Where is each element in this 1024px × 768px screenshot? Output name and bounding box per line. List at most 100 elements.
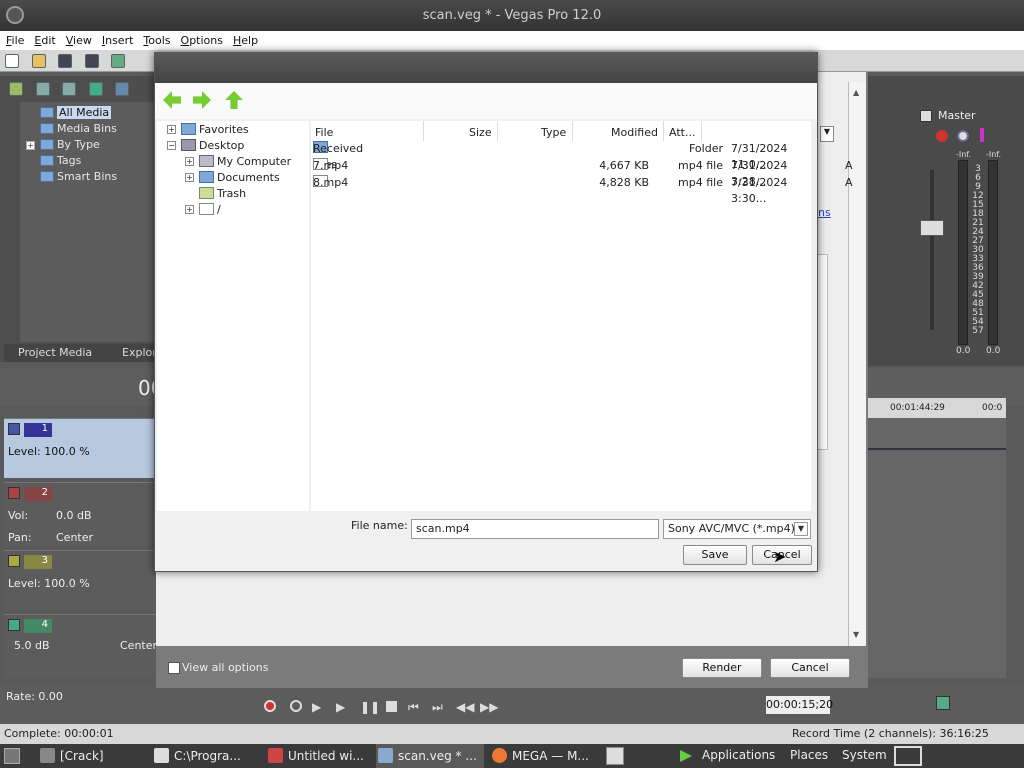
scroll-up-icon[interactable]: ▲ [853,88,859,97]
task-program-files[interactable]: C:\Progra... [152,744,258,768]
refresh-icon[interactable] [88,82,103,96]
track-level[interactable]: Level: 100.0 % [8,445,90,458]
column-size[interactable]: Size [469,125,492,141]
tree-favorites[interactable]: Favorites [181,122,249,138]
column-divider[interactable] [572,121,573,141]
app-icon[interactable] [6,6,24,24]
column-attributes[interactable]: Att... [669,125,695,141]
file-row[interactable]: 8.mp4 4,828 KB mp4 file 7/31/2024 3:30..… [311,175,853,205]
loop-icon[interactable] [290,700,302,712]
master-icon[interactable] [920,110,932,122]
play-from-start-icon[interactable]: ▶ [312,700,321,714]
column-divider[interactable] [701,121,702,141]
expand-icon[interactable]: + [185,157,194,166]
tab-project-media[interactable]: Project Media [18,346,92,359]
tree-media-bins[interactable]: Media Bins [40,121,117,137]
pause-icon[interactable]: ❚❚ [360,700,380,714]
scroll-down-icon[interactable]: ▼ [853,630,859,639]
task-untitled[interactable]: Untitled wi... [266,744,372,768]
get-media-icon[interactable] [62,82,76,96]
forward-arrow-icon[interactable] [193,91,211,109]
tree-desktop[interactable]: Desktop [181,138,244,154]
menu-insert[interactable]: Insert [102,34,134,47]
save-icon[interactable] [58,54,72,68]
track-2[interactable]: 2 Vol: 0.0 dB Pan: Center [4,482,156,546]
pan-value[interactable]: Center [56,531,93,544]
menu-tools[interactable]: Tools [143,34,170,47]
column-type[interactable]: Type [541,125,566,141]
prev-frame-icon[interactable]: ◀◀ [456,700,474,714]
timeline-area[interactable] [866,418,1006,678]
tree-smart-bins[interactable]: Smart Bins [40,169,117,185]
capture-icon[interactable] [35,82,50,96]
save-button[interactable]: Save [683,545,747,565]
track-icon[interactable] [8,619,20,631]
snapshot-icon[interactable] [936,696,950,710]
tree-documents[interactable]: Documents [199,170,280,186]
collapse-icon[interactable]: − [167,141,176,150]
master-fader[interactable] [920,220,944,236]
expand-icon[interactable]: + [185,205,194,214]
column-divider[interactable] [423,121,424,141]
play-icon[interactable]: ▶ [336,700,345,714]
render-button[interactable]: Render [682,658,762,678]
time-field[interactable]: 00:00:15;20 [766,696,833,714]
render-icon[interactable] [111,54,125,68]
link-text[interactable]: ns [818,206,831,219]
column-divider[interactable] [497,121,498,141]
track-1[interactable]: 1 Level: 100.0 % [4,418,156,478]
track-icon[interactable] [8,423,20,435]
mute-icon[interactable] [957,130,969,142]
save-as-icon[interactable] [84,54,99,68]
column-divider[interactable] [663,121,664,141]
tree-trash[interactable]: Trash [199,186,246,202]
track-3[interactable]: 3 Level: 100.0 % [4,550,156,610]
open-icon[interactable] [31,54,46,68]
render-cancel-button[interactable]: Cancel [770,658,850,678]
view-all-checkbox[interactable] [168,662,180,674]
screen-icon[interactable] [894,746,922,766]
back-arrow-icon[interactable] [163,91,181,109]
task-vegas[interactable]: scan.veg * ... [376,744,484,768]
pan-value[interactable]: Center [120,639,157,652]
volume-value[interactable]: 0.0 dB [56,509,92,522]
up-folder-icon[interactable] [225,91,243,109]
chevron-down-icon[interactable]: ▼ [794,522,808,536]
file-type-select[interactable]: Sony AVC/MVC (*.mp4) ▼ [663,519,811,539]
new-icon[interactable] [5,54,19,68]
show-desktop-icon[interactable] [4,748,20,764]
record-icon[interactable] [264,700,276,712]
track-4[interactable]: 4 5.0 dB Center [4,614,157,678]
file-row[interactable]: Received Files Folder 7/31/2024 11:0... [311,141,811,171]
menu-view[interactable]: View [66,34,92,47]
next-frame-icon[interactable]: ▶▶ [480,700,498,714]
column-file[interactable]: File [315,125,333,141]
menu-options[interactable]: Options [181,34,223,47]
column-modified[interactable]: Modified [611,125,658,141]
menu-edit[interactable]: Edit [34,34,55,47]
menu-file[interactable]: File [6,34,24,47]
track-level[interactable]: Level: 100.0 % [8,577,90,590]
expand-icon[interactable]: + [26,141,35,150]
stop-icon[interactable] [386,701,397,712]
task-crack[interactable]: [Crack] [38,744,146,768]
menu-applications[interactable]: Applications [702,748,775,762]
dropdown-icon[interactable]: ▼ [820,126,834,142]
track-icon[interactable] [8,555,20,567]
file-name-input[interactable]: scan.mp4 [411,519,659,539]
expand-icon[interactable]: + [167,125,176,134]
tree-root[interactable]: / [199,202,221,218]
menu-places[interactable]: Places [790,748,828,762]
tree-by-type[interactable]: + By Type [26,137,100,153]
solo-icon[interactable] [980,128,984,142]
tree-tags[interactable]: Tags [40,153,81,169]
tree-all-media[interactable]: All Media [40,105,112,121]
menu-help[interactable]: Help [233,34,258,47]
go-end-icon[interactable]: ⏭ [432,700,443,715]
import-icon[interactable] [9,82,23,96]
save-dialog-titlebar[interactable] [155,53,817,83]
tree-my-computer[interactable]: My Computer [199,154,291,170]
task-mega[interactable]: MEGA — M... [490,744,600,768]
menu-system[interactable]: System [842,748,887,762]
volume-value[interactable]: 5.0 dB [14,639,50,652]
